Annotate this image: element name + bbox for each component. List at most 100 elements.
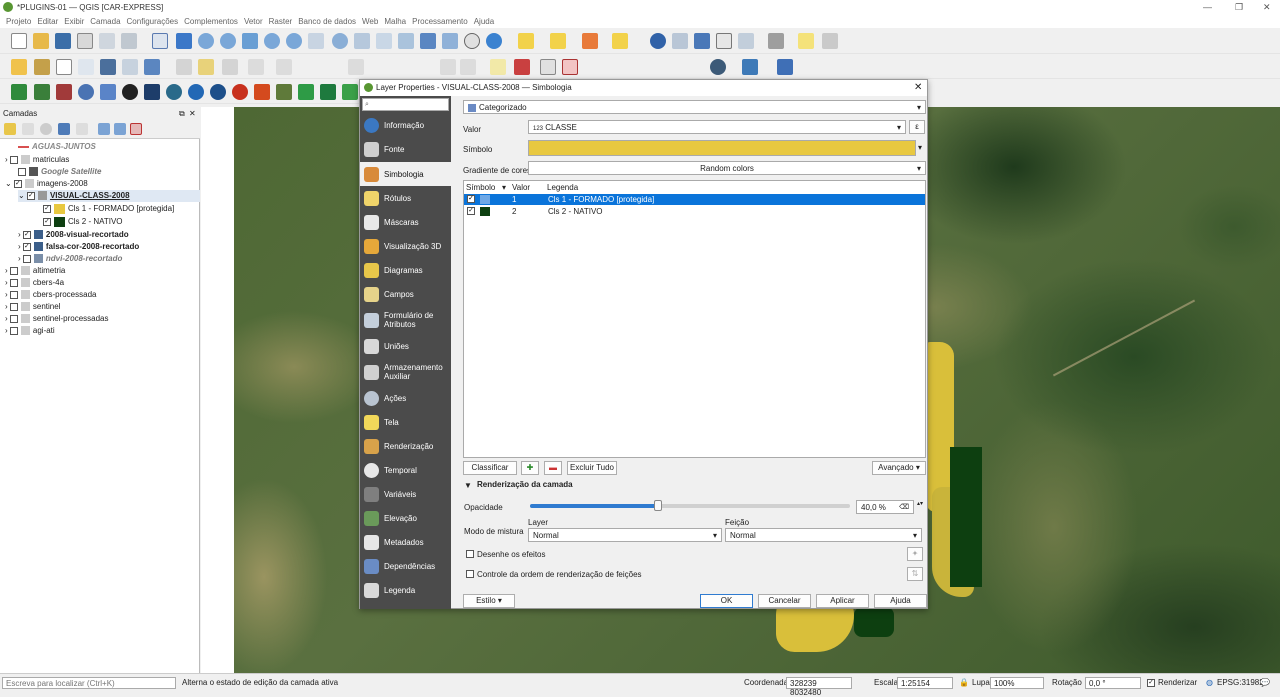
collapse-arrow-icon[interactable]: ⌄ [18,191,27,200]
menu-complementos[interactable]: Complementos [184,15,238,28]
plugin-raster-icon[interactable] [56,84,72,100]
zoom-selection-icon[interactable] [264,33,280,49]
label-pin-icon[interactable] [514,59,530,75]
menu-malha[interactable]: Malha [384,15,406,28]
plugin-earth-icon[interactable] [210,84,226,100]
sidebar-item-temporal[interactable]: Temporal [360,459,451,482]
filter-expression-icon[interactable] [76,123,88,135]
panel-float-icon[interactable]: ⧉ [179,109,185,119]
layer-item-falsa-cor[interactable]: › ✓ falsa-cor-2008-recortado [18,241,139,253]
sidebar-item-renderizacao[interactable]: Renderização [360,435,451,458]
expression-button[interactable]: ε [909,120,925,134]
color-ramp-select[interactable]: Random colors ▾ [528,161,926,175]
add-group-icon[interactable] [22,123,34,135]
symbol-button[interactable] [528,140,916,156]
sidebar-item-mascaras[interactable]: Máscaras [360,211,451,234]
label-tool-icon[interactable] [490,59,506,75]
sidebar-item-diagramas[interactable]: Diagramas [360,259,451,282]
plugin-fire-icon[interactable] [232,84,248,100]
layer-checkbox[interactable]: ✓ [13,179,22,188]
zoom-in-icon[interactable] [198,33,214,49]
sidebar-item-acoes[interactable]: Ações [360,387,451,410]
feature-blend-select[interactable]: Normal ▾ [725,528,922,542]
menu-web[interactable]: Web [362,15,378,28]
layer-checkbox[interactable] [9,302,18,311]
layer-blend-select[interactable]: Normal ▾ [528,528,722,542]
pencil-icon[interactable] [198,59,214,75]
plugin-search-icon[interactable] [188,84,204,100]
zoom-last-icon[interactable] [332,33,348,49]
annotation-icon[interactable] [822,33,838,49]
attribute-form-icon[interactable] [738,33,754,49]
new-layer-icon[interactable] [56,59,72,75]
pan-icon[interactable] [152,33,168,49]
field-calculator-icon[interactable] [694,33,710,49]
new-project-icon[interactable] [11,33,27,49]
sidebar-item-campos[interactable]: Campos [360,283,451,306]
plugin-globe-icon[interactable] [710,59,726,75]
save-edits-icon[interactable] [222,59,238,75]
vertex-tool-icon[interactable] [276,59,292,75]
sidebar-item-tela[interactable]: Tela [360,411,451,434]
new-shapefile-icon[interactable] [100,59,116,75]
row-checkbox[interactable]: ✓ [467,207,475,215]
new-map-view-icon[interactable] [376,33,392,49]
select-location-icon[interactable] [612,33,628,49]
zoom-out-icon[interactable] [220,33,236,49]
ok-button[interactable]: OK [700,594,753,608]
sidebar-item-elevacao[interactable]: Elevação [360,507,451,530]
classify-button[interactable]: Classificar [463,461,517,475]
legend-item-cls1[interactable]: ✓ Cls 1 - FORMADO [protegida] [43,203,174,215]
crs-label[interactable]: EPSG:31982 [1217,678,1264,687]
new-virtual-layer-icon[interactable] [144,59,160,75]
spin-arrows-icon[interactable]: ▴▾ [917,500,923,507]
cancel-button[interactable]: Cancelar [758,594,811,608]
help-icon[interactable] [777,59,793,75]
valor-field[interactable]: 123 CLASSE ▾ [528,120,906,134]
sidebar-item-formulario[interactable]: Formulário de Atributos [360,307,451,333]
layer-checkbox[interactable] [9,266,18,275]
legend-checkbox[interactable]: ✓ [43,217,51,226]
remove-category-button[interactable]: ▬ [544,461,562,475]
identify-icon[interactable] [650,33,666,49]
apply-button[interactable]: Aplicar [816,594,869,608]
clear-icon[interactable]: ⌫ [899,503,909,512]
column-header-symbol[interactable]: Símbolo [466,183,495,192]
column-header-value[interactable]: Valor [512,183,530,192]
legend-item-cls2[interactable]: ✓ Cls 2 - NATIVO [43,216,123,228]
new-3d-view-icon[interactable] [398,33,414,49]
layer-checkbox[interactable] [9,155,18,164]
attribute-table-icon[interactable] [672,33,688,49]
layer-item-sentinel-processadas[interactable]: › sentinel-processadas [5,313,109,325]
deselect-icon[interactable] [582,33,598,49]
undo-icon[interactable] [440,59,456,75]
zoom-layer-icon[interactable] [286,33,302,49]
sidebar-search-input[interactable]: ⌕ [362,98,449,111]
close-icon[interactable]: ✕ [1263,2,1271,13]
sidebar-item-informacao[interactable]: Informação [360,114,451,137]
show-bookmarks-icon[interactable] [442,33,458,49]
render-order-button[interactable]: ⇅ [907,567,923,581]
toggle-editing-icon[interactable] [176,59,192,75]
refresh-icon[interactable] [486,33,502,49]
layer-item-altimetria[interactable]: › altimetria [5,265,65,277]
layer-item-agi-ati[interactable]: › agi-ati [5,325,55,337]
lock-icon[interactable]: 🔒 [959,678,969,687]
layer-item-aguas-juntos[interactable]: AGUAS-JUNTOS [18,141,96,153]
render-order-checkbox[interactable] [466,570,474,578]
sidebar-item-variaveis[interactable]: Variáveis [360,483,451,506]
table-row[interactable]: ✓ 1 Cls 1 - FORMADO [protegida] [464,194,925,205]
plugin-car-icon[interactable] [11,84,27,100]
opacity-slider[interactable] [530,500,850,511]
sidebar-item-3d[interactable]: Visualização 3D [360,235,451,258]
layer-checkbox[interactable]: ✓ [22,230,31,239]
open-project-icon[interactable] [33,33,49,49]
layer-item-visual-class-2008[interactable]: ⌄ ✓ VISUAL-CLASS-2008 [18,190,200,202]
opacity-slider-handle[interactable] [654,500,662,511]
select-by-value-icon[interactable] [550,33,566,49]
add-feature-icon[interactable] [248,59,264,75]
measure-icon[interactable] [768,33,784,49]
plugin-tree-icon[interactable] [298,84,314,100]
help-button[interactable]: Ajuda [874,594,927,608]
delete-all-button[interactable]: Excluir Tudo [567,461,617,475]
